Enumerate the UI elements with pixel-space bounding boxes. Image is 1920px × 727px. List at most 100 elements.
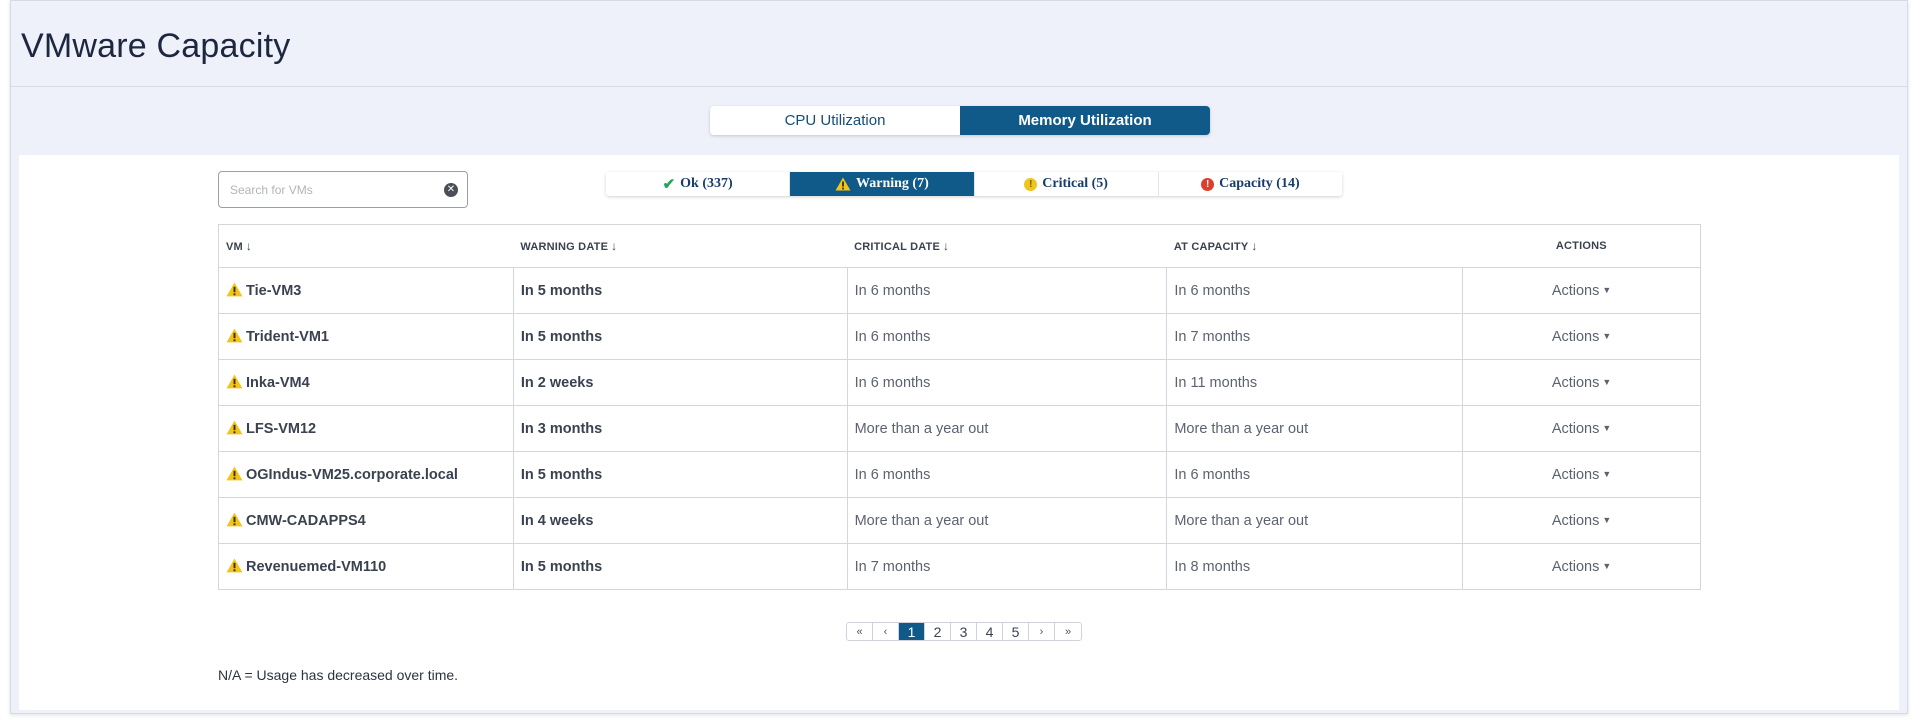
caret-down-icon: ▼	[1602, 422, 1612, 433]
tab-critical[interactable]: ! Critical (5)	[974, 172, 1159, 196]
vm-name-cell[interactable]: CMW-CADAPPS4	[218, 497, 514, 544]
warning-date-cell: In 5 months	[512, 267, 848, 314]
at-capacity-cell: In 8 months	[1166, 543, 1464, 590]
footnote: N/A = Usage has decreased over time.	[218, 667, 459, 683]
sort-down-icon: ↓	[611, 239, 618, 253]
actions-dropdown[interactable]: Actions ▼	[1462, 267, 1701, 314]
warning-date-cell: In 5 months	[512, 313, 848, 360]
caret-down-icon: ▼	[1602, 514, 1612, 525]
warning-date-cell: In 5 months	[512, 451, 848, 498]
sort-down-icon: ↓	[1251, 239, 1258, 253]
tab-memory-utilization[interactable]: Memory Utilization	[960, 106, 1210, 135]
page-3-button[interactable]: 3	[951, 623, 977, 640]
table-row: Trident-VM1 In 5 months In 6 months In 7 mo…	[218, 313, 1701, 360]
table-row: Revenuemed-VM110 In 5 months In 7 months In…	[218, 543, 1701, 590]
warning-icon	[226, 328, 243, 343]
page-last-button[interactable]: »	[1055, 623, 1081, 640]
vm-name-cell[interactable]: Trident-VM1	[218, 313, 514, 360]
vm-name: CMW-CADAPPS4	[246, 513, 366, 529]
status-filter-tabs: ✔ Ok (337) Warning (7) ! Critical (5) ! …	[606, 172, 1342, 196]
tab-ok-label: Ok (337)	[680, 176, 733, 191]
page-title: VMware Capacity	[21, 27, 291, 65]
at-capacity-cell: More than a year out	[1166, 405, 1464, 452]
critical-date-cell: More than a year out	[846, 497, 1168, 544]
vm-name: Trident-VM1	[246, 329, 329, 345]
actions-label: Actions	[1551, 282, 1600, 299]
critical-date-cell: In 6 months	[846, 451, 1168, 498]
title-divider	[11, 86, 1907, 87]
warning-icon	[226, 374, 243, 389]
tab-cpu-utilization[interactable]: CPU Utilization	[710, 106, 960, 135]
table-header-row: VM ↓ WARNING DATE ↓ CRITICAL DATE ↓ AT CAPA…	[218, 224, 1701, 268]
tab-ok[interactable]: ✔ Ok (337)	[606, 172, 791, 196]
page-1-button[interactable]: 1	[899, 623, 925, 640]
actions-dropdown[interactable]: Actions ▼	[1462, 359, 1701, 406]
vm-table: VM ↓ WARNING DATE ↓ CRITICAL DATE ↓ AT CAPA…	[218, 224, 1701, 590]
sort-down-icon: ↓	[943, 239, 950, 253]
vm-name: OGIndus-VM25.corporate.local	[246, 467, 458, 483]
check-icon: ✔	[662, 176, 676, 193]
vm-name-cell[interactable]: Inka-VM4	[218, 359, 514, 406]
vm-name-cell[interactable]: Tie-VM3	[218, 267, 514, 314]
table-row: CMW-CADAPPS4 In 4 weeks More than a year o…	[218, 497, 1701, 544]
warning-icon	[226, 466, 243, 481]
caret-down-icon: ▼	[1602, 330, 1612, 341]
critical-date-cell: In 6 months	[846, 267, 1168, 314]
page-first-button[interactable]: «	[847, 623, 873, 640]
warning-icon	[226, 558, 243, 573]
actions-label: Actions	[1551, 328, 1600, 345]
vm-name-cell[interactable]: OGIndus-VM25.corporate.local	[218, 451, 514, 498]
actions-label: Actions	[1551, 374, 1600, 391]
vm-name-cell[interactable]: Revenuemed-VM110	[218, 543, 514, 590]
search-input[interactable]	[230, 181, 430, 199]
actions-dropdown[interactable]: Actions ▼	[1462, 313, 1701, 360]
col-header-warning-date[interactable]: WARNING DATE ↓	[513, 224, 848, 268]
at-capacity-cell: In 6 months	[1166, 267, 1464, 314]
page-5-button[interactable]: 5	[1003, 623, 1029, 640]
at-capacity-cell: In 11 months	[1166, 359, 1464, 406]
vm-name: Revenuemed-VM110	[246, 559, 387, 575]
warning-icon	[835, 177, 851, 191]
search-box: ✕	[218, 171, 468, 208]
actions-dropdown[interactable]: Actions ▼	[1462, 497, 1701, 544]
clear-search-icon[interactable]: ✕	[444, 183, 458, 197]
vm-name: Inka-VM4	[246, 375, 310, 391]
vm-name-cell[interactable]: LFS-VM12	[218, 405, 514, 452]
page-prev-button[interactable]: ‹	[873, 623, 899, 640]
actions-label: Actions	[1551, 512, 1600, 529]
page-2-button[interactable]: 2	[925, 623, 951, 640]
sort-down-icon: ↓	[245, 239, 253, 253]
actions-label: Actions	[1551, 558, 1600, 575]
caret-down-icon: ▼	[1602, 560, 1612, 571]
critical-date-cell: In 6 months	[846, 359, 1168, 406]
actions-label: Actions	[1551, 420, 1600, 437]
tab-warning[interactable]: Warning (7)	[790, 172, 975, 196]
actions-dropdown[interactable]: Actions ▼	[1462, 405, 1701, 452]
warning-icon	[226, 282, 243, 297]
warning-date-cell: In 2 weeks	[512, 359, 848, 406]
caret-down-icon: ▼	[1602, 284, 1612, 295]
tab-capacity[interactable]: ! Capacity (14)	[1158, 172, 1342, 196]
page-next-button[interactable]: ›	[1029, 623, 1055, 640]
at-capacity-cell: In 7 months	[1166, 313, 1464, 360]
critical-date-cell: More than a year out	[846, 405, 1168, 452]
critical-icon: !	[1024, 177, 1038, 191]
page-4-button[interactable]: 4	[977, 623, 1003, 640]
caret-down-icon: ▼	[1602, 376, 1612, 387]
tab-capacity-label: Capacity (14)	[1219, 176, 1300, 191]
actions-dropdown[interactable]: Actions ▼	[1462, 451, 1701, 498]
warning-date-cell: In 4 weeks	[512, 497, 848, 544]
col-header-vm[interactable]: VM ↓	[218, 224, 514, 268]
table-row: Tie-VM3 In 5 months In 6 months In 6 months…	[218, 267, 1701, 314]
vm-name: LFS-VM12	[246, 421, 317, 437]
warning-date-cell: In 3 months	[512, 405, 848, 452]
utilization-tabs: CPU Utilization Memory Utilization	[710, 106, 1210, 135]
critical-date-cell: In 7 months	[846, 543, 1168, 590]
tab-critical-label: Critical (5)	[1042, 176, 1108, 191]
table-row: LFS-VM12 In 3 months More than a year out M…	[218, 405, 1701, 452]
col-header-critical-date[interactable]: CRITICAL DATE ↓	[847, 224, 1167, 268]
critical-date-cell: In 6 months	[846, 313, 1168, 360]
content-panel: ✕ ✔ Ok (337) Warning (7) ! Critical (5) …	[19, 155, 1899, 710]
col-header-at-capacity[interactable]: AT CAPACITY ↓	[1166, 224, 1463, 268]
actions-dropdown[interactable]: Actions ▼	[1462, 543, 1701, 590]
